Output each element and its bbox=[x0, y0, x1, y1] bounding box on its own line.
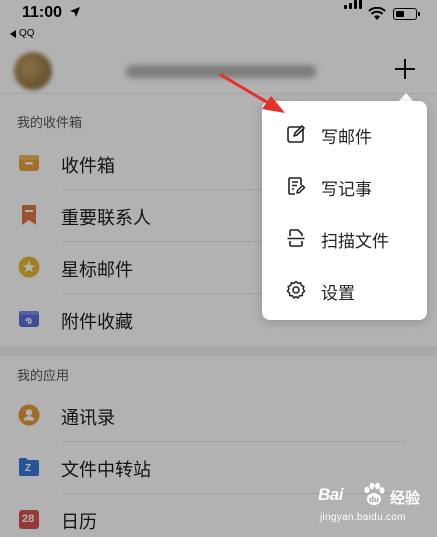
baidu-paw-icon: du bbox=[364, 482, 385, 505]
compose-icon bbox=[287, 125, 305, 143]
menu-item-note[interactable]: 写记事 bbox=[262, 159, 427, 211]
svg-text:du: du bbox=[369, 495, 379, 504]
menu-item-label: 扫描文件 bbox=[321, 232, 389, 251]
add-popup-menu: 写邮件 写记事 扫描文件 设置 bbox=[262, 101, 427, 320]
menu-item-compose[interactable]: 写邮件 bbox=[262, 107, 427, 159]
gear-icon bbox=[286, 280, 306, 299]
watermark-brand: 经验 bbox=[390, 490, 421, 507]
scan-icon bbox=[287, 229, 305, 247]
note-icon bbox=[288, 177, 306, 195]
watermark-url: jingyan.baidu.com bbox=[320, 512, 406, 523]
menu-item-label: 写记事 bbox=[321, 180, 372, 199]
menu-item-settings[interactable]: 设置 bbox=[262, 263, 427, 315]
menu-item-scan[interactable]: 扫描文件 bbox=[262, 211, 427, 263]
baidu-jingyan-watermark: Bai du 经验 jingyan.baidu.com bbox=[318, 481, 430, 531]
menu-item-label: 设置 bbox=[321, 284, 355, 303]
menu-item-label: 写邮件 bbox=[321, 128, 372, 147]
watermark-logo-text: Bai bbox=[318, 485, 343, 504]
